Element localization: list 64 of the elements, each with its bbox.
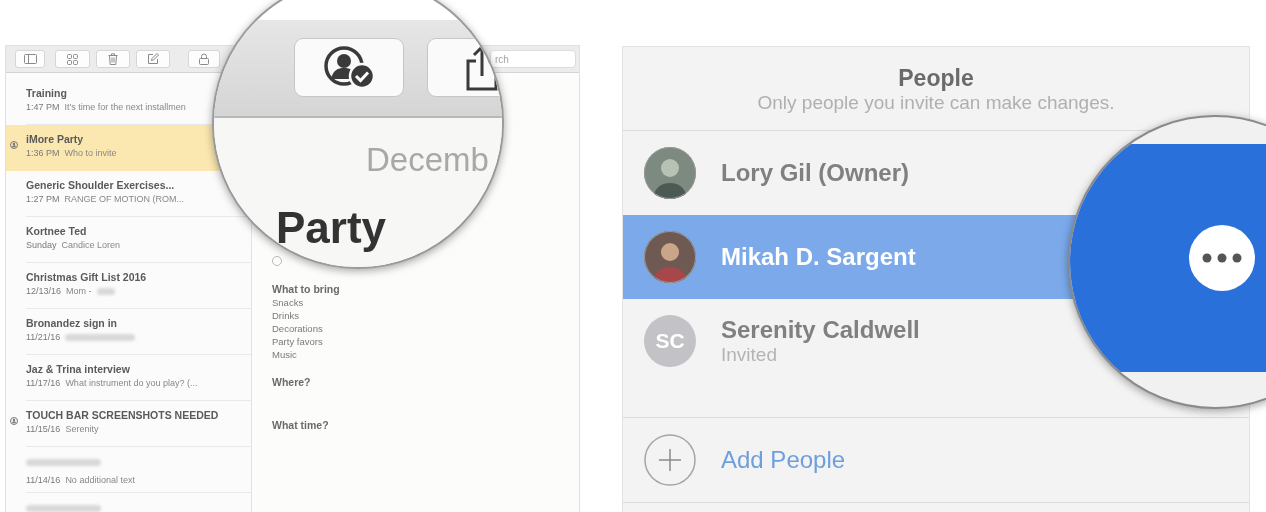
- note-line: Decorations: [272, 322, 323, 335]
- note-date: 1:47 PM: [26, 101, 60, 114]
- note-title: Christmas Gift List 2016: [26, 271, 147, 284]
- note-item[interactable]: 11/14/16 No additional text: [6, 447, 251, 493]
- note-preview: RANGE OF MOTION (ROM...: [64, 193, 185, 206]
- compose-icon: [147, 53, 159, 65]
- note-preview: What instrument do you play? (...: [65, 377, 198, 390]
- avatar-icon: [644, 147, 696, 199]
- note-heading: What to bring: [272, 283, 340, 296]
- note-item[interactable]: TOUCH BAR SCREENSHOTS NEEDED 11/15/16 Serenity: [6, 401, 251, 447]
- note-title-heading: Party: [276, 204, 387, 252]
- sidebar-button[interactable]: [15, 50, 45, 68]
- note-heading: What time?: [272, 419, 329, 432]
- note-preview: Mom -: [66, 285, 92, 298]
- add-icon[interactable]: [644, 434, 696, 486]
- note-date: 1:27 PM: [26, 193, 60, 206]
- person-name: Lory Gil (Owner): [721, 159, 909, 187]
- note-title: Jaz & Trina interview: [26, 363, 130, 376]
- note-preview: Candice Loren: [61, 239, 121, 252]
- note-title: Generic Shoulder Exercises...: [26, 179, 175, 192]
- more-icon: [1202, 253, 1242, 263]
- note-date: 11/14/16: [26, 474, 61, 487]
- note-heading: Where?: [272, 376, 311, 389]
- note-title: Kortnee Ted: [26, 225, 87, 238]
- note-date: 12/13/16: [26, 285, 62, 298]
- person-name: Mikah D. Sargent: [721, 243, 916, 271]
- search-field[interactable]: rch: [490, 50, 576, 68]
- sidebar-icon: [23, 54, 37, 64]
- note-preview: Serenity: [65, 423, 99, 436]
- note-date: 1:36 PM: [26, 147, 60, 160]
- lock-icon: [199, 53, 209, 65]
- note-title: iMore Party: [26, 133, 84, 146]
- note-title: TOUCH BAR SCREENSHOTS NEEDED: [26, 409, 219, 422]
- note-item[interactable]: Bronandez sign in 11/21/16: [6, 309, 251, 355]
- person-status: Invited: [721, 344, 777, 366]
- person-check-icon: [322, 45, 376, 90]
- panel-subtitle: Only people you invite can make changes.: [757, 92, 1115, 114]
- trash-icon: [108, 53, 118, 65]
- note-preview: It's time for the next installmen: [64, 101, 186, 114]
- note-line: Snacks: [272, 296, 304, 309]
- note-title: Bronandez sign in: [26, 317, 117, 330]
- panel-title: People: [898, 64, 974, 92]
- note-date: 11/15/16: [26, 423, 61, 436]
- note-date: 11/17/16: [26, 377, 61, 390]
- note-line: Music: [272, 348, 297, 361]
- note-date: 11/21/16: [26, 331, 61, 344]
- lock-button[interactable]: [188, 50, 220, 68]
- grid-icon: [67, 53, 78, 65]
- avatar-initials: SC: [644, 315, 696, 367]
- note-date: Sunday: [26, 239, 57, 252]
- note-preview: Who to invite: [64, 147, 117, 160]
- note-date-heading: Decemb: [365, 140, 489, 180]
- note-item[interactable]: Christmas Gift List 2016 12/13/16 Mom -: [6, 263, 251, 309]
- note-line: Party favors: [272, 335, 323, 348]
- person-name: Serenity Caldwell: [721, 316, 920, 344]
- note-preview: No additional text: [65, 474, 135, 487]
- delete-button[interactable]: [96, 50, 130, 68]
- note-title: Training: [26, 87, 67, 100]
- note-line: Drinks: [272, 309, 299, 322]
- gallery-button[interactable]: [55, 50, 90, 68]
- add-people-button[interactable]: [294, 38, 404, 97]
- note-item[interactable]: Jaz & Trina interview 11/17/16 What instrument do you play? (...: [6, 355, 251, 401]
- compose-button[interactable]: [136, 50, 170, 68]
- avatar-icon: [644, 231, 696, 283]
